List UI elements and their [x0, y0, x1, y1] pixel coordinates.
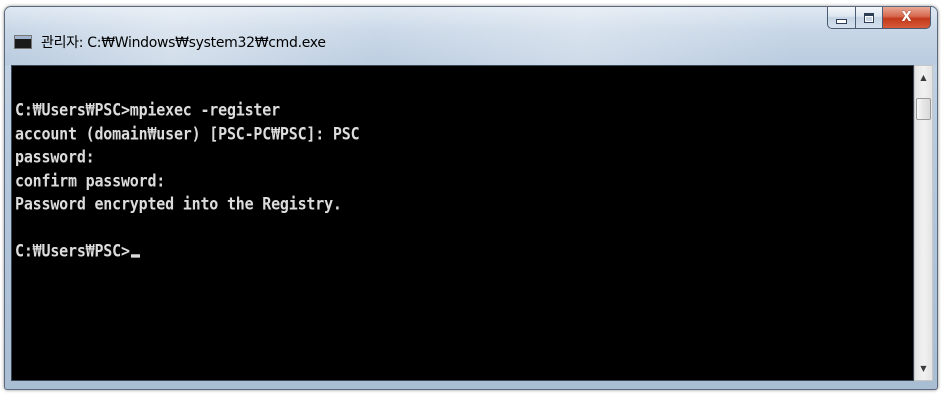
- console-line: password:: [15, 146, 95, 167]
- console-line: confirm password:: [15, 170, 166, 191]
- minimize-button[interactable]: [827, 7, 856, 29]
- vertical-scrollbar[interactable]: ▲ ▼: [914, 65, 933, 381]
- caption-buttons: X: [827, 7, 931, 31]
- maximize-button[interactable]: [856, 7, 883, 29]
- window-title: 관리자: C:₩Windows₩system32₩cmd.exe: [41, 35, 326, 51]
- cmd-icon[interactable]: [14, 35, 32, 49]
- console-line: account (domain₩user) [PSC-PC₩PSC]: PSC: [15, 123, 360, 144]
- close-button[interactable]: X: [883, 7, 931, 29]
- console-output[interactable]: C:₩Users₩PSC>mpiexec -register account (…: [11, 65, 914, 381]
- console-prompt: C:₩Users₩PSC>: [15, 240, 130, 261]
- console-line: C:₩Users₩PSC>mpiexec -register: [15, 99, 280, 120]
- close-icon: X: [901, 10, 912, 25]
- scroll-down-arrow-icon[interactable]: ▼: [915, 360, 932, 377]
- console-prompt-line: C:₩Users₩PSC>: [15, 239, 359, 265]
- title-bar[interactable]: 관리자: C:₩Windows₩system32₩cmd.exe X: [5, 7, 937, 65]
- maximize-icon: [864, 12, 874, 23]
- cmd-window: 관리자: C:₩Windows₩system32₩cmd.exe X C:₩Us…: [4, 6, 938, 390]
- text-cursor: [130, 254, 140, 258]
- console-line: Password encrypted into the Registry.: [15, 193, 342, 214]
- scroll-thumb[interactable]: [916, 98, 931, 120]
- console-lines: C:₩Users₩PSC>mpiexec -register account (…: [15, 99, 360, 265]
- minimize-icon: [836, 18, 847, 24]
- scroll-up-arrow-icon[interactable]: ▲: [915, 69, 932, 86]
